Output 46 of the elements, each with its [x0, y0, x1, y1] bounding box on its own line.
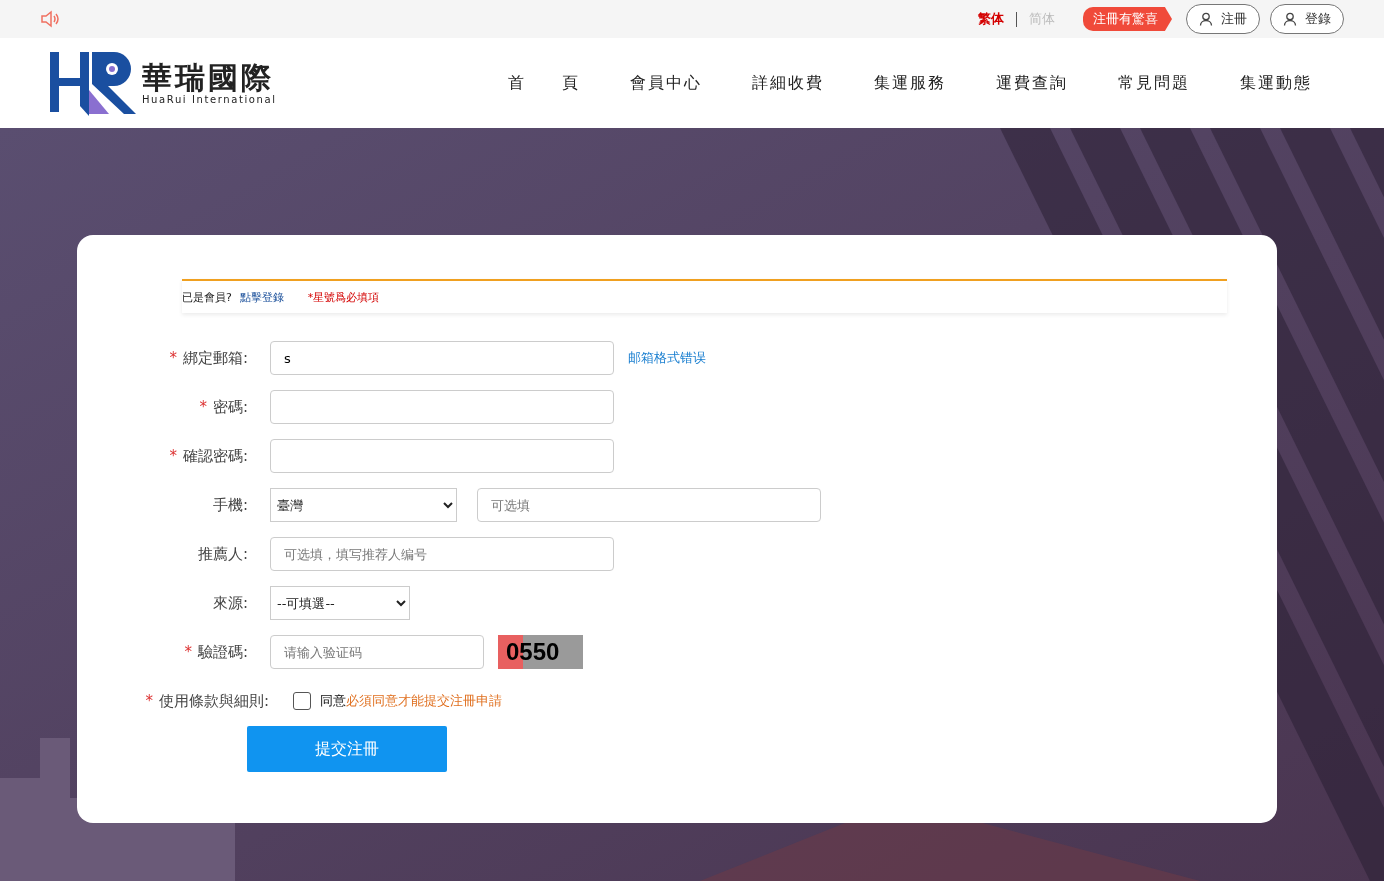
- language-option[interactable]: 繁体: [978, 10, 1004, 28]
- login-button[interactable]: 登錄: [1270, 4, 1344, 34]
- user-icon: [1199, 12, 1213, 26]
- nav-link[interactable]: 集運服務: [874, 72, 946, 94]
- login-link[interactable]: 點擊登錄: [239, 289, 284, 305]
- nav-link[interactable]: 常見問題: [1118, 72, 1190, 94]
- nav-link[interactable]: 詳細收費: [752, 72, 824, 94]
- nav-link[interactable]: 集運動態: [1240, 72, 1312, 94]
- checkbox[interactable]: [293, 692, 311, 710]
- agree-label: 同意: [320, 692, 346, 710]
- input-field[interactable]: s: [270, 341, 614, 375]
- field-label: 使用條款與細則:: [158, 691, 269, 710]
- field-label: 確認密碼:: [182, 446, 248, 465]
- field-label: 推薦人:: [197, 544, 248, 563]
- phone-field[interactable]: 可选填: [477, 488, 821, 522]
- speaker-icon[interactable]: [40, 10, 60, 28]
- required-asterisk: *: [169, 446, 177, 465]
- user-icon: [1283, 12, 1297, 26]
- required-note: *星號爲必填項: [307, 289, 380, 305]
- field-label: 綁定郵箱:: [182, 348, 248, 367]
- error-message: 邮箱格式错误: [628, 349, 706, 367]
- captcha-image[interactable]: 0550: [498, 635, 583, 669]
- input-field[interactable]: [270, 390, 614, 424]
- field-label: 手機:: [212, 495, 248, 514]
- member-prompt: 已是會員?: [182, 289, 232, 305]
- source-select[interactable]: --可填選--: [270, 586, 410, 620]
- input-field[interactable]: [270, 439, 614, 473]
- terms-warning: 必須同意才能提交注冊申請: [346, 692, 502, 710]
- logo-subtitle: HuaRui International: [142, 94, 277, 105]
- required-asterisk: *: [199, 397, 207, 416]
- field-label: 驗證碼:: [197, 642, 248, 661]
- nav-link[interactable]: 會員中心: [630, 72, 702, 94]
- field-label: 來源:: [212, 593, 248, 612]
- logo-icon: [50, 50, 138, 116]
- required-asterisk: *: [184, 642, 192, 661]
- logo-name: 華瑞國際: [142, 61, 275, 94]
- required-asterisk: *: [145, 691, 153, 710]
- field-label: 密碼:: [212, 397, 248, 416]
- country-select[interactable]: 臺灣: [270, 488, 457, 522]
- nav-link[interactable]: 運費查詢: [996, 72, 1068, 94]
- required-asterisk: *: [169, 348, 177, 367]
- promo-badge[interactable]: 注冊有驚喜: [1083, 7, 1172, 31]
- captcha-field[interactable]: 请输入验证码: [270, 635, 484, 669]
- register-button[interactable]: 注冊: [1186, 4, 1260, 34]
- input-field[interactable]: 可选填，填写推荐人编号: [270, 537, 614, 571]
- nav-link[interactable]: 首 頁: [508, 72, 580, 94]
